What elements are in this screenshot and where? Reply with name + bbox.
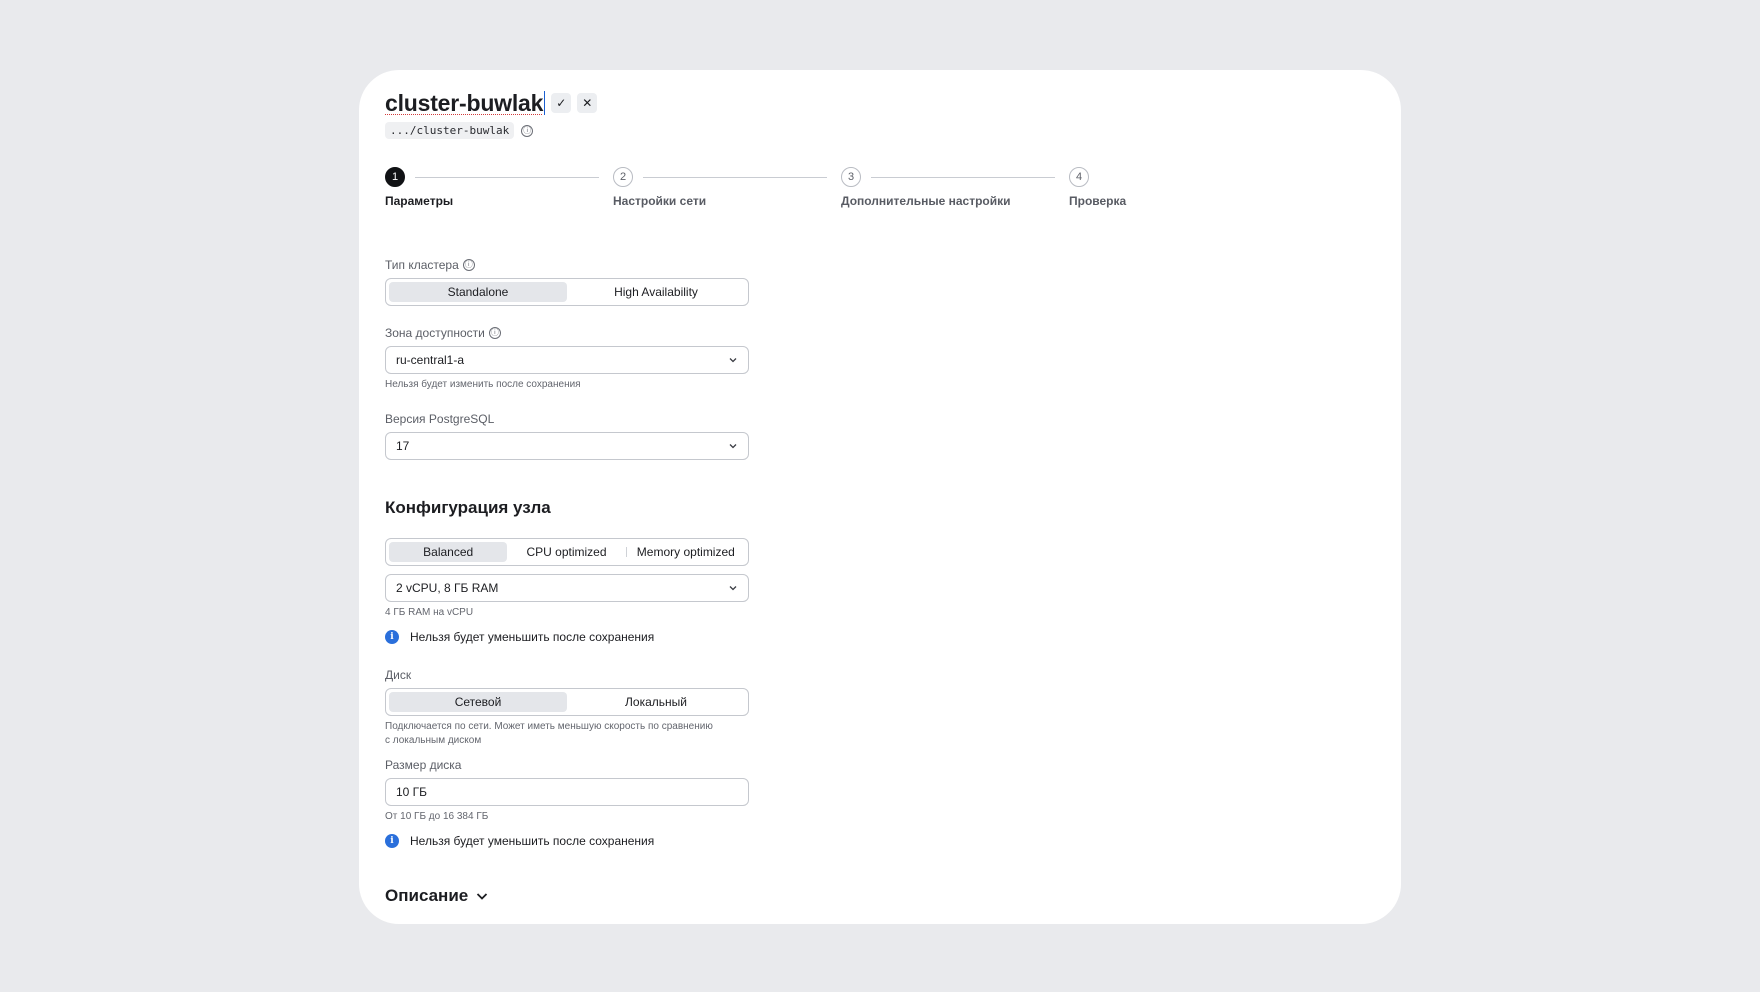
disk-size-notice: i Нельзя будет уменьшить после сохранени… — [385, 834, 654, 848]
disk-hint-line-1: Подключается по сети. Может иметь меньшу… — [385, 721, 713, 732]
cluster-type-standalone[interactable]: Standalone — [389, 282, 567, 302]
disk-size-input[interactable]: 10 ГБ — [385, 778, 749, 806]
node-preset-value: 2 vCPU, 8 ГБ RAM — [396, 581, 499, 595]
step-4-label[interactable]: Проверка — [1069, 194, 1126, 208]
node-config-title: Конфигурация узла — [385, 498, 551, 517]
step-connector — [643, 177, 827, 178]
cluster-type-segmented: Standalone High Availability — [385, 278, 749, 306]
step-2-label[interactable]: Настройки сети — [613, 194, 706, 208]
availability-zone-hint: Нельзя будет изменить после сохранения — [385, 379, 581, 390]
cancel-name-button[interactable]: ✕ — [577, 93, 598, 113]
confirm-name-button[interactable]: ✓ — [551, 93, 572, 113]
info-filled-icon: i — [385, 834, 399, 848]
step-4-circle[interactable]: 4 — [1069, 167, 1089, 187]
node-config-balanced[interactable]: Balanced — [389, 542, 508, 562]
step-1-label[interactable]: Параметры — [385, 194, 453, 208]
postgres-version-value: 17 — [396, 439, 410, 453]
description-title: Описание — [385, 886, 469, 905]
disk-size-value: 10 ГБ — [396, 785, 428, 799]
node-preset-hint: 4 ГБ RAM на vCPU — [385, 607, 474, 618]
chevron-down-icon — [729, 586, 737, 591]
disk-type-segmented: Сетевой Локальный — [385, 688, 749, 716]
node-config-segmented: Balanced CPU optimized Memory optimized — [385, 538, 749, 566]
availability-zone-label-text: Зона доступности — [385, 326, 485, 340]
step-connector — [871, 177, 1055, 178]
text-caret — [544, 91, 546, 115]
disk-type-local[interactable]: Локальный — [567, 692, 745, 712]
create-cluster-card: cluster-buwlak ✓ ✕ .../cluster-buwlak ⓘ … — [359, 70, 1401, 924]
path-info-icon[interactable]: ⓘ — [521, 124, 534, 137]
disk-type-network[interactable]: Сетевой — [389, 692, 567, 712]
availability-zone-label: Зона доступности ⓘ — [385, 326, 501, 340]
step-3-circle[interactable]: 3 — [841, 167, 861, 187]
postgres-version-label: Версия PostgreSQL — [385, 412, 495, 426]
check-icon: ✓ — [556, 96, 567, 110]
chevron-down-icon — [477, 893, 488, 900]
cluster-type-label-text: Тип кластера — [385, 258, 459, 272]
close-icon: ✕ — [582, 96, 593, 110]
cluster-type-label: Тип кластера ⓘ — [385, 258, 475, 272]
description-toggle[interactable]: Описание — [385, 886, 489, 906]
availability-zone-info-icon[interactable]: ⓘ — [488, 327, 501, 339]
postgres-version-select[interactable]: 17 — [385, 432, 749, 460]
step-3-label[interactable]: Дополнительные настройки — [841, 194, 1011, 208]
step-connector — [415, 177, 599, 178]
cluster-name-input[interactable]: cluster-buwlak — [385, 90, 543, 117]
node-preset-select[interactable]: 2 vCPU, 8 ГБ RAM — [385, 574, 749, 602]
disk-size-hint: От 10 ГБ до 16 384 ГБ — [385, 811, 489, 822]
info-filled-icon: i — [385, 630, 399, 644]
node-config-cpu-optimized[interactable]: CPU optimized — [507, 542, 625, 562]
chevron-down-icon — [729, 358, 737, 363]
chevron-down-icon — [729, 444, 737, 449]
step-1-circle[interactable]: 1 — [385, 167, 405, 187]
title-row: cluster-buwlak ✓ ✕ — [385, 88, 598, 118]
node-config-notice: i Нельзя будет уменьшить после сохранени… — [385, 630, 654, 644]
cluster-type-info-icon[interactable]: ⓘ — [462, 259, 475, 271]
node-config-memory-optimized[interactable]: Memory optimized — [627, 542, 745, 562]
availability-zone-value: ru-central1-a — [396, 353, 465, 367]
disk-size-label: Размер диска — [385, 758, 462, 772]
disk-label: Диск — [385, 668, 412, 682]
cluster-type-high-availability[interactable]: High Availability — [567, 282, 745, 302]
resource-path: .../cluster-buwlak — [385, 122, 515, 139]
resource-path-row: .../cluster-buwlak ⓘ — [385, 122, 534, 139]
availability-zone-select[interactable]: ru-central1-a — [385, 346, 749, 374]
disk-hint-line-2: с локальным диском — [385, 735, 482, 746]
step-2-circle[interactable]: 2 — [613, 167, 633, 187]
disk-size-notice-text: Нельзя будет уменьшить после сохранения — [410, 834, 655, 848]
node-config-notice-text: Нельзя будет уменьшить после сохранения — [410, 630, 655, 644]
